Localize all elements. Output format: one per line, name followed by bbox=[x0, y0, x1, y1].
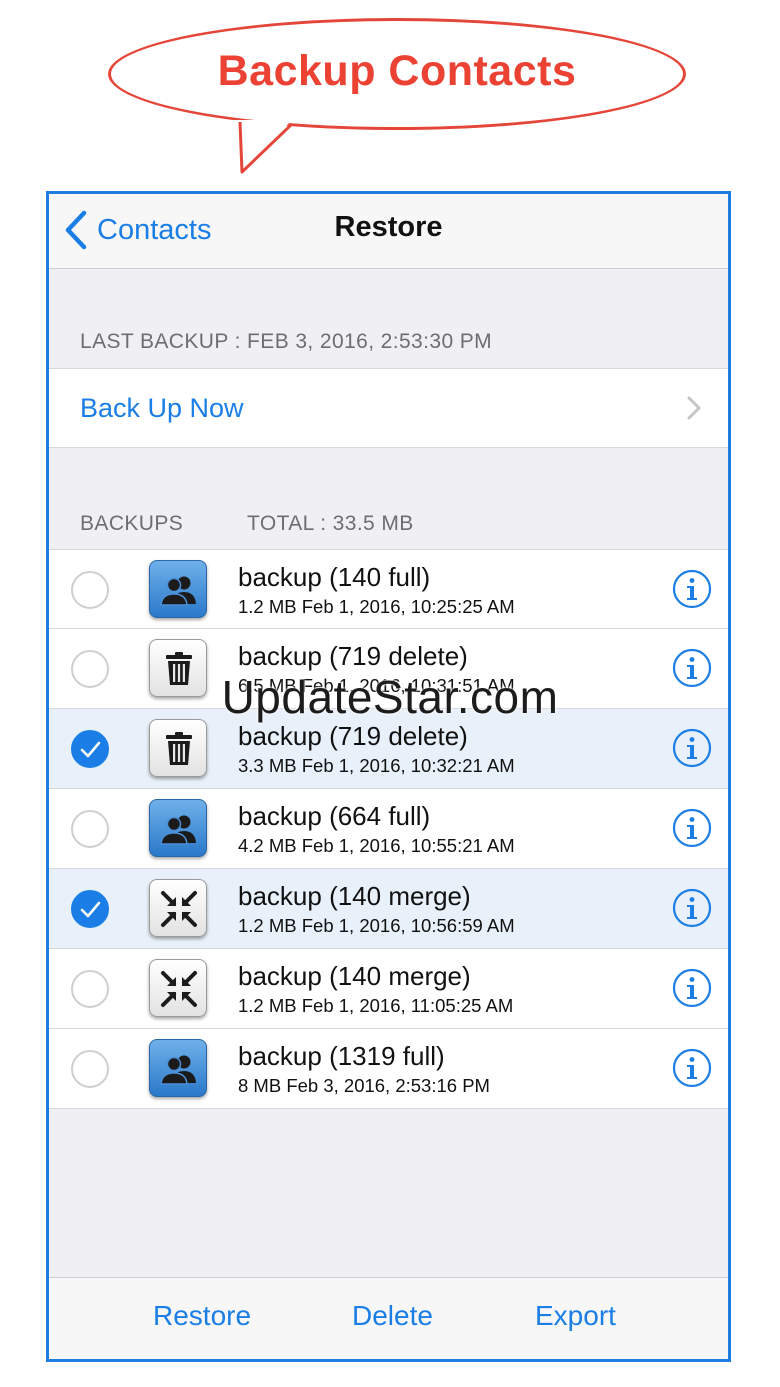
select-checkbox[interactable] bbox=[71, 1050, 109, 1088]
banner-bubble: Backup Contacts bbox=[108, 18, 686, 130]
backup-details: 1.2 MB Feb 1, 2016, 10:56:59 AM bbox=[238, 915, 515, 936]
select-checkbox[interactable] bbox=[71, 650, 109, 688]
info-icon[interactable] bbox=[672, 1048, 712, 1088]
trash-icon bbox=[166, 732, 192, 765]
back-up-now-cell[interactable]: Back Up Now bbox=[49, 368, 728, 448]
backup-details: 1.2 MB Feb 1, 2016, 11:05:25 AM bbox=[238, 995, 514, 1016]
page-title: Restore bbox=[334, 211, 443, 243]
info-icon[interactable] bbox=[672, 968, 712, 1008]
select-checkbox[interactable] bbox=[71, 970, 109, 1008]
backup-row[interactable]: backup (140 full) 1.2 MB Feb 1, 2016, 10:… bbox=[49, 549, 728, 629]
backup-row[interactable]: backup (140 merge) 1.2 MB Feb 1, 2016, 10… bbox=[49, 869, 728, 949]
backup-details: 8 MB Feb 3, 2016, 2:53:16 PM bbox=[238, 1075, 490, 1096]
bottom-toolbar: Restore Delete Export bbox=[49, 1277, 728, 1359]
banner-title: Backup Contacts bbox=[217, 47, 577, 95]
backup-details: 4.2 MB Feb 1, 2016, 10:55:21 AM bbox=[238, 835, 515, 856]
backup-title: backup (140 full) bbox=[238, 562, 431, 592]
trash-icon bbox=[166, 652, 192, 685]
restore-button[interactable]: Restore bbox=[153, 1300, 251, 1332]
backup-details: 3.3 MB Feb 1, 2016, 10:32:21 AM bbox=[238, 755, 515, 776]
info-icon[interactable] bbox=[672, 808, 712, 848]
backup-title: backup (719 delete) bbox=[238, 721, 468, 751]
backup-type-merge-thumb bbox=[149, 879, 207, 937]
merge-arrows-icon bbox=[161, 971, 197, 1007]
backup-row[interactable]: backup (664 full) 4.2 MB Feb 1, 2016, 10:… bbox=[49, 789, 728, 869]
contacts-group-icon bbox=[160, 815, 196, 845]
select-checkbox[interactable] bbox=[71, 571, 109, 609]
backup-title: backup (719 delete) bbox=[238, 641, 468, 671]
backup-title: backup (140 merge) bbox=[238, 961, 471, 991]
backup-type-full-thumb bbox=[149, 1039, 207, 1097]
info-icon[interactable] bbox=[672, 888, 712, 928]
backup-details: 1.2 MB Feb 1, 2016, 10:25:25 AM bbox=[238, 596, 515, 617]
backup-type-delete-thumb bbox=[149, 719, 207, 777]
navigation-bar: Contacts Restore bbox=[49, 194, 728, 269]
merge-arrows-icon bbox=[161, 891, 197, 927]
backup-type-merge-thumb bbox=[149, 959, 207, 1017]
contacts-group-icon bbox=[160, 1055, 196, 1085]
bubble-tail bbox=[233, 120, 294, 174]
backup-list: backup (140 full) 1.2 MB Feb 1, 2016, 10:… bbox=[49, 549, 728, 1109]
checkmark-icon bbox=[80, 901, 101, 918]
info-icon[interactable] bbox=[672, 569, 712, 609]
select-checkbox[interactable] bbox=[71, 810, 109, 848]
backup-details: 6.5 MB Feb 1, 2016, 10:31:51 AM bbox=[238, 675, 515, 696]
backup-title: backup (1319 full) bbox=[238, 1041, 445, 1071]
contacts-group-icon bbox=[160, 576, 196, 606]
last-backup-header: LAST BACKUP : FEB 3, 2016, 2:53:30 PM bbox=[80, 330, 493, 353]
backup-row[interactable]: backup (1319 full) 8 MB Feb 3, 2016, 2:53… bbox=[49, 1029, 728, 1109]
backups-total: TOTAL : 33.5 MB bbox=[247, 512, 414, 535]
info-icon[interactable] bbox=[672, 648, 712, 688]
backup-type-full-thumb bbox=[149, 560, 207, 618]
backup-row[interactable]: backup (140 merge) 1.2 MB Feb 1, 2016, 11… bbox=[49, 949, 728, 1029]
back-up-now-label: Back Up Now bbox=[80, 393, 244, 423]
backups-header: BACKUPS bbox=[80, 512, 184, 535]
chevron-right-icon bbox=[687, 396, 701, 420]
backup-type-full-thumb bbox=[149, 799, 207, 857]
select-checkbox[interactable] bbox=[71, 730, 109, 768]
info-icon[interactable] bbox=[672, 728, 712, 768]
phone-screen: Contacts Restore LAST BACKUP : FEB 3, 20… bbox=[46, 191, 731, 1362]
backup-title: backup (140 merge) bbox=[238, 881, 471, 911]
backup-row[interactable]: backup (719 delete) 3.3 MB Feb 1, 2016, 1… bbox=[49, 709, 728, 789]
export-button[interactable]: Export bbox=[535, 1300, 616, 1332]
delete-button[interactable]: Delete bbox=[352, 1300, 433, 1332]
checkmark-icon bbox=[80, 741, 101, 758]
backup-type-delete-thumb bbox=[149, 639, 207, 697]
backup-title: backup (664 full) bbox=[238, 801, 431, 831]
backup-row[interactable]: backup (719 delete) 6.5 MB Feb 1, 2016, 1… bbox=[49, 629, 728, 709]
select-checkbox[interactable] bbox=[71, 890, 109, 928]
